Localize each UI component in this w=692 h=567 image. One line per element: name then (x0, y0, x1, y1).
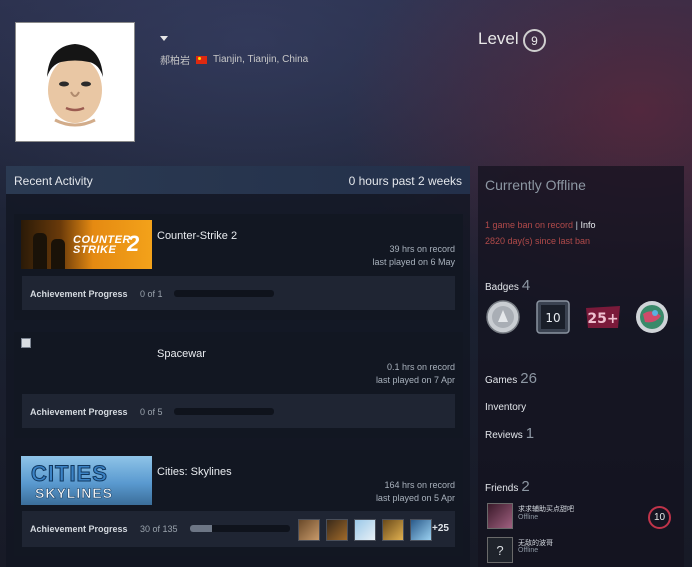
achievement-icon[interactable] (354, 519, 376, 541)
soldier-silhouette (51, 239, 65, 269)
achievement-progress-track (174, 290, 274, 297)
online-status: Currently Offline (485, 177, 586, 193)
achievement-icon[interactable] (410, 519, 432, 541)
achievement-count: 0 of 5 (140, 407, 163, 417)
level-label: Level (478, 29, 519, 48)
ban-days-since: 2820 day(s) since last ban (485, 236, 591, 246)
reviews-label: Reviews (485, 430, 523, 441)
friend-status: Offline (518, 514, 539, 521)
ban-status: 1 game ban on record | Info (485, 220, 595, 230)
game-last-played: last played on 7 Apr (375, 375, 455, 385)
achievement-progress-bar[interactable]: Achievement Progress 30 of 135 +25 (22, 511, 455, 547)
game-hours: 164 hrs on record (384, 480, 455, 490)
colorful-planet-badge-icon[interactable] (635, 300, 669, 334)
achievement-count: 0 of 1 (140, 289, 163, 299)
friend-status: Offline (518, 547, 539, 554)
more-achievements-count[interactable]: +25 (432, 523, 449, 534)
persona-dropdown-arrow-icon[interactable] (160, 36, 168, 41)
game-name[interactable]: Cities: Skylines (157, 466, 232, 478)
profile-avatar[interactable] (15, 22, 135, 142)
badges-label: Badges (485, 282, 519, 293)
friends-link[interactable]: Friends 2 (485, 478, 530, 495)
achievement-icon[interactable] (326, 519, 348, 541)
cs2-logo-text: COUNTER STRIKE (73, 234, 131, 256)
china-flag-icon (196, 55, 207, 64)
friend-level-badge: 10 (648, 506, 671, 529)
achievement-progress-fill (190, 525, 212, 532)
friends-label: Friends (485, 483, 519, 494)
games-count: 26 (520, 370, 537, 387)
achievement-count: 30 of 135 (140, 524, 178, 534)
location-text: Tianjin, Tianjin, China (213, 54, 309, 65)
friend-avatar[interactable] (487, 503, 513, 529)
achievement-icon[interactable] (382, 519, 404, 541)
level-badge-text: 25+ (587, 311, 618, 327)
achievement-progress-track (190, 525, 290, 532)
games-label: Games (485, 375, 518, 386)
broken-image-icon[interactable] (21, 338, 31, 348)
recent-activity-title[interactable]: Recent Activity (14, 174, 93, 188)
reviews-link[interactable]: Reviews 1 (485, 425, 534, 442)
achievement-progress-bar[interactable]: Achievement Progress 0 of 5 (22, 394, 455, 428)
soldier-silhouette (33, 233, 47, 269)
achievement-progress-label: Achievement Progress (30, 407, 128, 417)
friend-name[interactable]: 求求辅助买点甜吧 (518, 504, 574, 514)
games-link[interactable]: Games 26 (485, 370, 537, 387)
level-25-plus-badge-icon[interactable]: 25+ (583, 300, 623, 334)
friend-avatar-placeholder-icon[interactable]: ? (487, 537, 513, 563)
game-card-spacewar: Spacewar 0.1 hrs on record last played o… (14, 332, 463, 438)
avatar-portrait-image (47, 44, 103, 127)
ban-text: 1 game ban on record (485, 220, 574, 230)
game-hours: 39 hrs on record (389, 244, 455, 254)
level-badge[interactable]: 9 (523, 29, 546, 52)
recent-activity-header: Recent Activity 0 hours past 2 weeks (6, 166, 470, 194)
friends-count: 2 (521, 478, 530, 495)
game-card-counter-strike-2: COUNTER STRIKE 2 Counter-Strike 2 39 hrs… (14, 214, 463, 320)
badges-count: 4 (521, 277, 531, 294)
achievement-progress-label: Achievement Progress (30, 289, 128, 299)
real-name: 郝柏岩 (160, 56, 190, 67)
cities-logo-text: CITIES (31, 461, 108, 487)
ban-info-link[interactable]: Info (580, 220, 595, 230)
inventory-link[interactable]: Inventory (485, 402, 526, 413)
game-last-played: last played on 5 Apr (375, 493, 455, 503)
recent-activity-hours: 0 hours past 2 weeks (348, 174, 462, 188)
game-name[interactable]: Counter-Strike 2 (157, 230, 237, 242)
ban-separator: | (575, 220, 578, 230)
game-hours: 0.1 hrs on record (386, 362, 455, 372)
achievement-icon[interactable] (298, 519, 320, 541)
skylines-logo-text: SKYLINES (35, 485, 114, 502)
profile-real-name-location: 郝柏岩 Tianjin, Tianjin, China (160, 52, 308, 67)
counter-strike-2-capsule-image[interactable]: COUNTER STRIKE 2 (21, 220, 152, 269)
game-name[interactable]: Spacewar (157, 348, 206, 360)
cities-skylines-capsule-image[interactable]: CITIES SKYLINES (21, 456, 152, 505)
badges-link[interactable]: Badges 4 (485, 277, 530, 294)
reviews-count: 1 (525, 425, 535, 442)
game-card-cities-skylines: CITIES SKYLINES Cities: Skylines 164 hrs… (14, 450, 463, 556)
silver-coin-badge-icon[interactable] (486, 300, 520, 334)
achievement-progress-bar[interactable]: Achievement Progress 0 of 1 (22, 276, 455, 310)
cs2-logo-number: 2 (127, 231, 140, 256)
achievement-progress-track (174, 408, 274, 415)
years-of-service-badge-icon[interactable]: 10 (536, 300, 570, 334)
years-badge-text: 10 (545, 311, 560, 325)
achievement-progress-label: Achievement Progress (30, 524, 128, 534)
game-last-played: last played on 6 May (372, 257, 455, 267)
